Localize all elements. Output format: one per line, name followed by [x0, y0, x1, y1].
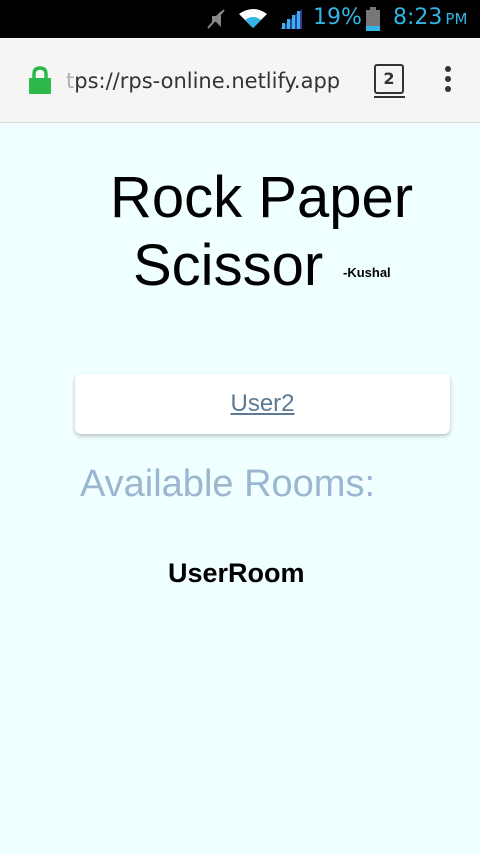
- signal-icon: [280, 9, 302, 29]
- user-card: User2: [75, 374, 450, 434]
- room-item[interactable]: UserRoom: [168, 558, 305, 589]
- user-name-link[interactable]: User2: [75, 390, 450, 418]
- battery-percent: 19%: [313, 5, 362, 30]
- wifi-icon: [239, 9, 267, 28]
- title-line-1: Rock Paper: [110, 165, 414, 230]
- author-credit: -Kushal: [343, 265, 391, 280]
- mute-icon: [207, 9, 225, 29]
- address-bar[interactable]: tps://rps-online.netlify.app: [66, 69, 366, 93]
- overflow-menu-icon[interactable]: [440, 66, 456, 94]
- tab-switcher-button[interactable]: 2: [374, 64, 404, 94]
- clock: 8:23 PM: [393, 5, 468, 30]
- available-rooms-heading: Available Rooms:: [80, 463, 376, 505]
- battery-icon: [366, 7, 380, 31]
- lock-icon: [29, 66, 51, 94]
- status-bar: 19% 8:23 PM: [0, 0, 480, 38]
- tab-switcher-underline: [374, 96, 405, 98]
- title-line-2: Scissor: [133, 233, 324, 298]
